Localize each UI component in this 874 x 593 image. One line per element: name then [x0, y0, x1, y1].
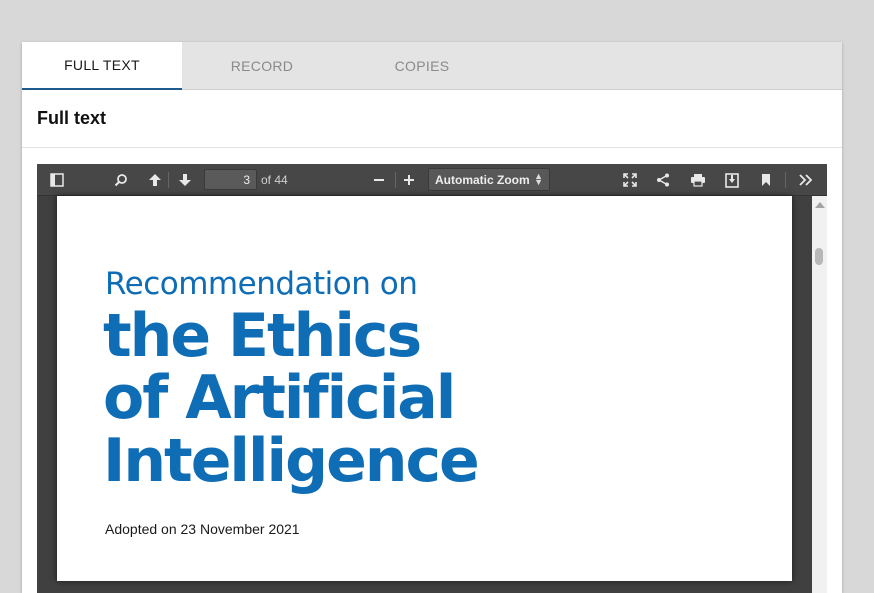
doc-adopted-date: Adopted on 23 November 2021 — [105, 521, 300, 537]
page-number-input[interactable] — [204, 169, 257, 190]
page-count-label: of 44 — [261, 173, 288, 187]
sidebar-toggle-icon[interactable] — [49, 170, 65, 190]
doc-title-line-2: the Ethics — [103, 301, 422, 371]
toolbar-divider — [785, 172, 786, 188]
presentation-mode-icon[interactable] — [622, 170, 638, 190]
section-title: Full text — [37, 108, 107, 128]
search-icon[interactable] — [113, 170, 129, 190]
pdf-page: Recommendation on the Ethics of Artifici… — [57, 196, 792, 581]
next-page-icon[interactable] — [177, 170, 193, 190]
scroll-up-arrow-icon[interactable] — [815, 202, 825, 208]
tab-copies[interactable]: COPIES — [342, 42, 502, 90]
zoom-select-value: Automatic Zoom — [435, 172, 530, 187]
bookmark-icon[interactable] — [758, 170, 774, 190]
share-icon[interactable] — [655, 170, 671, 190]
previous-page-icon[interactable] — [147, 170, 163, 190]
pdf-scrollbar[interactable] — [812, 196, 827, 593]
document-card: FULL TEXT RECORD COPIES Full text of 44 — [22, 42, 842, 593]
tab-bar: FULL TEXT RECORD COPIES — [22, 42, 842, 90]
pdf-toolbar: of 44 Automatic Zoom ▲▼ — [37, 164, 827, 196]
zoom-select[interactable]: Automatic Zoom ▲ ▼ — [428, 168, 550, 191]
tab-full-text[interactable]: FULL TEXT — [22, 42, 182, 90]
doc-title-line-3: of Artificial — [103, 363, 456, 433]
scroll-thumb[interactable] — [815, 248, 823, 265]
print-icon[interactable] — [689, 170, 707, 190]
pdf-viewer: of 44 Automatic Zoom ▲▼ — [37, 164, 827, 593]
zoom-in-icon[interactable] — [401, 170, 417, 190]
doc-title-line-1: Recommendation on — [105, 266, 418, 302]
toolbar-divider — [395, 172, 396, 188]
download-icon[interactable] — [724, 170, 740, 190]
select-caret-icon: ▲ ▼ — [534, 171, 543, 187]
zoom-out-icon[interactable] — [371, 170, 387, 190]
tab-record[interactable]: RECORD — [182, 42, 342, 90]
section-header: Full text — [22, 90, 842, 148]
doc-title-line-4: Intelligence — [103, 426, 480, 496]
toolbar-divider — [168, 172, 169, 188]
pdf-page-area[interactable]: Recommendation on the Ethics of Artifici… — [37, 196, 812, 593]
tools-icon[interactable] — [797, 170, 815, 190]
